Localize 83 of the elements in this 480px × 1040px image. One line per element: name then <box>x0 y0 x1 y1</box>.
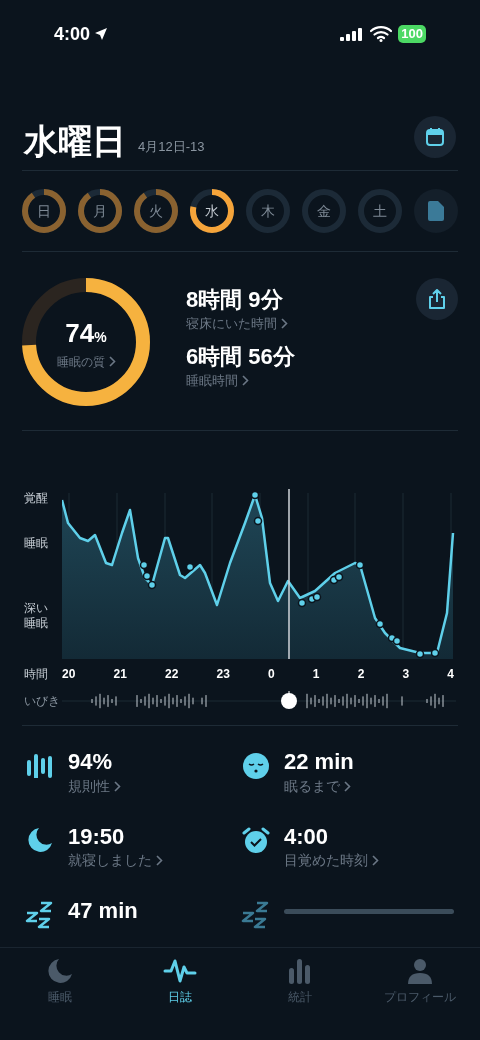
data-point <box>415 649 425 659</box>
chevron-icon <box>344 780 351 792</box>
tab-bar-item[interactable]: 日誌 <box>120 956 240 1006</box>
stage-label: 睡眠 <box>24 536 49 551</box>
tab-bar-item[interactable]: 統計 <box>240 956 360 1006</box>
data-point <box>355 560 365 570</box>
hour-label: 20 <box>62 666 76 683</box>
stat-label[interactable]: 目覚めた時刻 <box>284 850 379 871</box>
hour-label: 22 <box>165 666 179 683</box>
clock-time: 4:00 <box>54 22 91 46</box>
share-button[interactable] <box>416 278 458 320</box>
signal-icon <box>340 27 365 41</box>
stat-label[interactable]: 就寝しました <box>68 850 163 871</box>
metric-label[interactable]: 睡眠時間 <box>186 370 416 390</box>
hour-label: 4 <box>447 666 454 683</box>
data-point <box>142 571 152 581</box>
data-point <box>185 562 195 572</box>
moon-icon <box>27 826 53 853</box>
quality-label[interactable]: 睡眠の質 <box>56 352 116 371</box>
report-button[interactable] <box>414 189 458 233</box>
hour-label: 21 <box>113 666 127 683</box>
metric-value: 8時間 9分 <box>186 286 284 314</box>
day-label[interactable]: 土 <box>373 200 387 222</box>
calendar-button[interactable] <box>414 116 456 158</box>
day-label[interactable]: 日 <box>37 200 51 222</box>
share-icon <box>428 289 446 309</box>
day-label[interactable]: 月 <box>93 200 107 222</box>
bars-icon <box>25 752 55 778</box>
data-point <box>375 619 385 629</box>
day-label[interactable]: 火 <box>149 200 163 222</box>
zzz-icon <box>241 901 271 931</box>
data-point <box>297 598 307 608</box>
person-icon <box>407 958 433 984</box>
hour-label: 23 <box>216 666 230 683</box>
stage-label: 深い睡眠 <box>24 601 49 631</box>
stat-value: 94% <box>68 748 114 776</box>
wave-icon <box>163 958 197 984</box>
data-point <box>430 648 440 658</box>
chevron-icon <box>281 317 288 329</box>
date-range: 4月12日-13 <box>138 137 205 156</box>
stat-label[interactable]: 規則性 <box>68 775 121 797</box>
data-point <box>139 560 149 570</box>
chevron-icon <box>242 374 249 386</box>
wifi-icon <box>370 26 393 42</box>
data-point <box>334 572 344 582</box>
stat-value: 19:50 <box>68 822 126 850</box>
data-point <box>312 592 322 602</box>
hour-label: 2 <box>357 666 365 683</box>
axis-title: 時間 <box>24 666 49 683</box>
data-point <box>392 636 402 646</box>
snoring-label: いびき <box>24 693 61 710</box>
stat-value: 4:00 <box>284 822 330 850</box>
chevron-icon <box>114 780 121 792</box>
data-point <box>253 516 263 526</box>
metric-value: 6時間 56分 <box>186 343 296 371</box>
hour-label: 3 <box>402 666 410 683</box>
battery-indicator: 100 <box>398 25 426 43</box>
calendar-icon <box>425 127 445 147</box>
chevron-icon <box>156 855 163 866</box>
data-point <box>147 580 157 590</box>
day-label[interactable]: 木 <box>261 200 275 222</box>
hour-label: 0 <box>268 666 275 683</box>
alarm-clock-icon <box>242 826 270 855</box>
chevron-icon <box>108 356 116 367</box>
stat-value: 22 min <box>284 748 354 776</box>
stage-label: 覚醒 <box>24 491 49 506</box>
day-label[interactable]: 金 <box>317 200 331 222</box>
day-label[interactable]: 水 <box>205 200 219 222</box>
day-title: 水曜日 <box>24 124 126 158</box>
zzz-icon <box>25 901 55 931</box>
stat-value: 47 min <box>68 897 138 925</box>
document-icon <box>428 201 444 221</box>
hour-label: 1 <box>312 666 320 683</box>
bars-icon <box>287 958 313 984</box>
moon-icon <box>47 958 73 984</box>
sleeping-face-icon <box>242 752 270 780</box>
metric-label[interactable]: 寝床にいた時間 <box>186 313 416 333</box>
tab-bar-item[interactable]: 睡眠 <box>0 956 120 1006</box>
quality-score: 74% <box>65 316 107 350</box>
data-point <box>250 490 260 500</box>
stat-label[interactable]: 眠るまで <box>284 775 354 797</box>
location-arrow-icon <box>94 27 109 41</box>
chevron-icon <box>372 855 379 866</box>
